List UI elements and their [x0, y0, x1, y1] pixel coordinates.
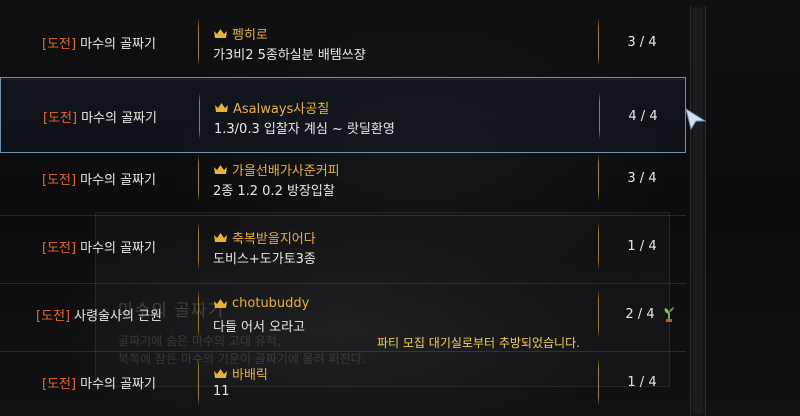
cursor-icon: [685, 108, 707, 130]
difficulty-tag: [도전]: [42, 240, 77, 256]
party-leader: chotubuddy: [213, 296, 309, 311]
dungeon-name: 마수의 골짜기: [80, 376, 156, 392]
member-count: 3 / 4: [627, 170, 657, 186]
system-notice: 파티 모집 대기실로부터 추방되었습니다.: [377, 336, 580, 350]
party-description: 1.3/0.3 입찰자 계심 ~ 랏딜환영: [214, 122, 395, 137]
dungeon-name: 사령술사의 근원: [74, 308, 162, 324]
party-list: [도전] 마수의 골짜기 펭히로 가3비2 5종하실분 배템쓰쟝 3 / 4 […: [0, 0, 686, 416]
column-divider: [199, 92, 200, 140]
party-description: 2종 1.2 0.2 방장입찰: [213, 184, 335, 199]
dungeon-cell: [도전] 마수의 골짜기: [0, 4, 198, 80]
party-leader: 펭히로: [213, 24, 268, 43]
party-row[interactable]: [도전] 마수의 골짜기 바배릭 11 1 / 4: [0, 344, 686, 416]
dungeon-name: 마수의 골짜기: [80, 240, 156, 256]
column-divider: [598, 290, 599, 338]
column-divider: [198, 358, 199, 406]
leader-name: chotubuddy: [232, 296, 310, 311]
party-leader: Asalways사공칠: [214, 98, 329, 117]
party-leader: 축복받을지어다: [213, 228, 316, 247]
scrollbar-thumb[interactable]: [693, 8, 703, 414]
leader-name: 축복받을지어다: [232, 232, 316, 247]
dungeon-name: 마수의 골짜기: [80, 172, 156, 188]
column-divider: [198, 154, 199, 202]
leader-name: 펭히로: [232, 28, 268, 43]
dungeon-name: 마수의 골짜기: [81, 110, 157, 126]
column-divider: [198, 222, 199, 270]
dungeon-name: 마수의 골짜기: [80, 36, 156, 52]
plant-icon: [664, 307, 674, 322]
dungeon-cell: [도전] 사령술사의 근원: [0, 276, 198, 352]
column-divider: [198, 18, 199, 66]
leader-name: Asalways사공칠: [233, 102, 330, 117]
difficulty-tag: [도전]: [42, 172, 77, 188]
party-row[interactable]: [도전] 마수의 골짜기 가을선배가사준커피 2종 1.2 0.2 방장입찰 3…: [0, 140, 686, 216]
party-leader: 바배릭: [213, 364, 268, 383]
party-row[interactable]: [도전] 사령술사의 근원 chotubuddy 다들 어서 오라고 2 / 4: [0, 276, 686, 352]
party-description: 가3비2 5종하실분 배템쓰쟝: [213, 48, 366, 63]
party-description: 다들 어서 오라고: [213, 320, 305, 335]
difficulty-tag: [도전]: [36, 308, 71, 324]
party-row[interactable]: [도전] 마수의 골짜기 축복받을지어다 도비스+도가토3종 1 / 4: [0, 208, 686, 284]
party-row[interactable]: [도전] 마수의 골짜기 펭히로 가3비2 5종하실분 배템쓰쟝 3 / 4: [0, 4, 686, 80]
member-count: 2 / 4: [625, 306, 655, 322]
dungeon-cell: [도전] 마수의 골짜기: [0, 344, 198, 416]
list-scrollbar[interactable]: [690, 6, 706, 416]
crown-icon: [214, 165, 227, 174]
leader-name: 가을선배가사준커피: [232, 164, 340, 179]
member-count: 1 / 4: [627, 374, 657, 390]
party-description: 11: [213, 384, 230, 399]
difficulty-tag: [도전]: [42, 36, 77, 52]
dungeon-cell: [도전] 마수의 골짜기: [0, 140, 198, 216]
column-divider: [198, 290, 199, 338]
member-count: 3 / 4: [627, 34, 657, 50]
crown-icon: [214, 29, 227, 38]
difficulty-tag: [도전]: [42, 376, 77, 392]
party-description: 도비스+도가토3종: [213, 252, 316, 267]
dungeon-cell: [도전] 마수의 골짜기: [0, 208, 198, 284]
crown-icon: [214, 299, 227, 308]
member-count: 1 / 4: [627, 238, 657, 254]
crown-icon: [214, 369, 227, 378]
party-leader: 가을선배가사준커피: [213, 160, 340, 179]
difficulty-tag: [도전]: [43, 110, 78, 126]
crown-icon: [215, 103, 228, 112]
crown-icon: [214, 233, 227, 242]
leader-name: 바배릭: [232, 368, 268, 383]
